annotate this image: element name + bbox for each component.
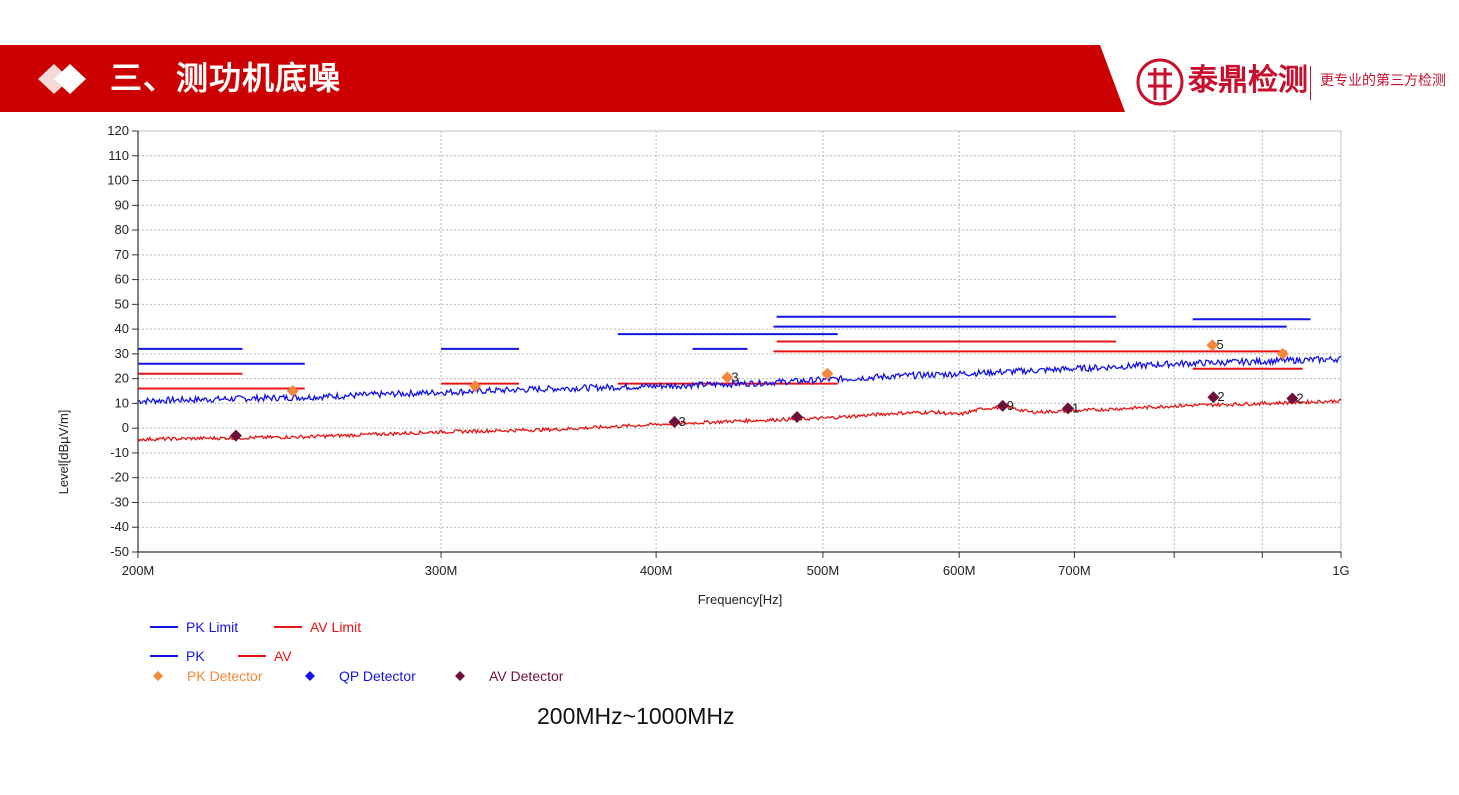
y-tick-label: 20 <box>115 371 129 386</box>
plot-area <box>137 130 1342 553</box>
y-tick-label: 80 <box>115 222 129 237</box>
y-tick-label: 90 <box>115 197 129 212</box>
x-tick-label: 600M <box>943 563 976 578</box>
legend-label: PK Limit <box>186 619 238 635</box>
x-tick-label: 1G <box>1332 563 1349 578</box>
legend-swatch <box>153 671 163 681</box>
brand-separator <box>1310 66 1311 100</box>
x-tick-label: 400M <box>640 563 673 578</box>
y-tick-label: 10 <box>115 395 129 410</box>
y-tick-label: 110 <box>108 148 129 163</box>
legend-label: PK Detector <box>187 668 263 684</box>
x-axis-label: Frequency[Hz] <box>698 592 783 607</box>
y-tick-label: -40 <box>110 519 129 534</box>
chart-grid <box>137 130 1342 553</box>
y-tick-label: -20 <box>110 470 129 485</box>
brand-name: 泰鼎检测 <box>1188 63 1308 98</box>
x-tick-label: 500M <box>807 563 840 578</box>
marker-label: 3 <box>731 369 738 384</box>
y-axis-label: Level[dBµV/m] <box>56 410 71 495</box>
legend-label: AV <box>274 648 292 664</box>
marker-label: 5 <box>1216 337 1223 352</box>
y-tick-label: -50 <box>110 544 129 559</box>
x-tick-label: 300M <box>425 563 458 578</box>
chart-legend: PK Limit AV Limit PK AV PK Detector QP Detect… <box>150 619 564 684</box>
brand-logo-icon <box>1136 58 1184 106</box>
emission-chart: 3539 12 2 1201101009080706050403020100-10-… <box>56 123 1350 684</box>
marker-label: 1 <box>1072 400 1079 415</box>
y-tick-label: -30 <box>110 494 129 509</box>
marker-label: 9 <box>1007 398 1014 413</box>
legend-label: AV Limit <box>310 619 361 635</box>
legend-label: QP Detector <box>339 668 416 684</box>
y-tick-label: 30 <box>115 346 129 361</box>
y-tick-label: 60 <box>115 272 129 287</box>
marker-label: 2 <box>1296 390 1303 405</box>
y-tick-label: 0 <box>122 420 129 435</box>
marker-label: 3 <box>679 414 686 429</box>
brand-slogan: 更专业的第三方检测 <box>1320 73 1446 89</box>
y-tick-label: -10 <box>110 445 129 460</box>
y-tick-label: 70 <box>115 247 129 262</box>
x-tick-label: 700M <box>1058 563 1091 578</box>
y-tick-label: 50 <box>115 296 129 311</box>
legend-label: AV Detector <box>489 668 564 684</box>
y-tick-label: 120 <box>107 123 129 138</box>
legend-swatch <box>305 671 315 681</box>
legend-swatch <box>455 671 465 681</box>
frequency-range-caption: 200MHz~1000MHz <box>537 703 735 729</box>
page-title: 三、测功机底噪 <box>110 59 342 97</box>
marker-label: 2 <box>1217 389 1224 404</box>
y-tick-label: 40 <box>115 321 129 336</box>
legend-label: PK <box>186 648 205 664</box>
y-tick-label: 100 <box>107 173 129 188</box>
x-tick-label: 200M <box>122 563 155 578</box>
